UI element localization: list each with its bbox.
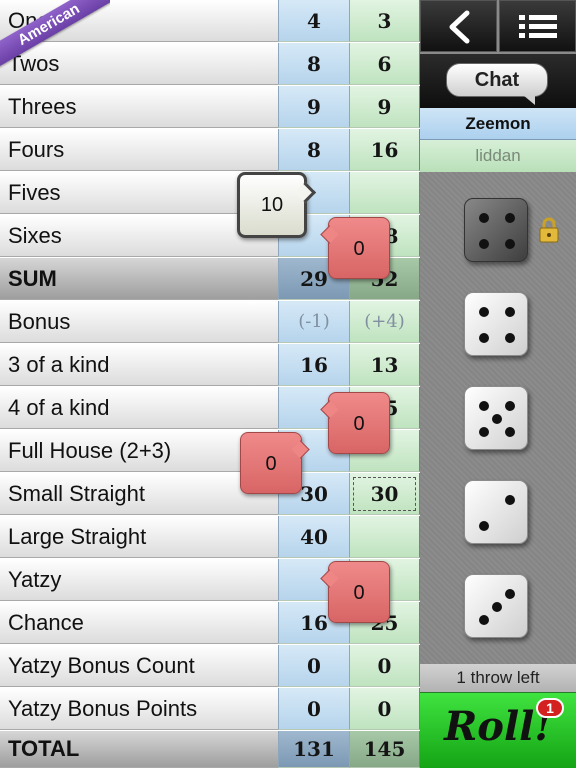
row-label: Small Straight — [0, 473, 278, 515]
die-face-four — [479, 307, 515, 343]
die-5[interactable] — [464, 574, 528, 638]
chat-bar: Chat — [420, 54, 576, 108]
player-name-opponent: liddan — [420, 140, 576, 172]
padlock-icon — [539, 217, 559, 243]
chat-button[interactable]: Chat — [446, 63, 548, 105]
score-cell-player1[interactable]: 9 — [278, 86, 349, 128]
die-face-three — [479, 589, 515, 625]
score-cell-player2: (+4) — [349, 301, 420, 343]
row-label: Chance — [0, 602, 278, 644]
list-menu-icon — [519, 15, 557, 38]
row-label: Fours — [0, 129, 278, 171]
score-suggestion-sixes[interactable]: 0 — [328, 217, 390, 279]
player-name-active: Zeemon — [420, 108, 576, 140]
row-three-of-a-kind: 3 of a kind 16 13 — [0, 344, 420, 387]
side-panel: Chat Zeemon liddan 1 throw left Roll! 1 — [420, 0, 576, 768]
row-label: TOTAL — [0, 731, 278, 768]
score-cell-player2: 0 — [349, 688, 420, 730]
row-threes: Threes 9 9 — [0, 86, 420, 129]
die-face-four — [479, 213, 515, 249]
row-label: Yatzy Bonus Count — [0, 645, 278, 687]
row-bonus: Bonus (-1) (+4) — [0, 301, 420, 344]
score-cell-player1: 0 — [278, 645, 349, 687]
score-cell-player2: 0 — [349, 645, 420, 687]
score-suggestion-full-house[interactable]: 0 — [240, 432, 302, 494]
score-cell-player1[interactable]: 40 — [278, 516, 349, 558]
score-cell-player1[interactable]: 8 — [278, 129, 349, 171]
menu-button[interactable] — [499, 0, 576, 52]
score-cell-player1: (-1) — [278, 301, 349, 343]
row-small-straight: Small Straight 30 30 — [0, 473, 420, 516]
score-cell-player2[interactable] — [349, 516, 420, 558]
score-cell-player2[interactable]: 6 — [349, 43, 420, 85]
score-cell-player2[interactable]: 3 — [349, 0, 420, 42]
die-3[interactable] — [464, 386, 528, 450]
back-arrow-icon — [449, 10, 470, 44]
score-cell-player2-selected[interactable]: 30 — [349, 473, 420, 515]
die-face-five — [479, 401, 515, 437]
roll-count-badge: 1 — [536, 698, 564, 718]
row-large-straight: Large Straight 40 — [0, 516, 420, 559]
row-total: TOTAL 131 145 — [0, 731, 420, 768]
row-label: Threes — [0, 86, 278, 128]
row-label: Yatzy Bonus Points — [0, 688, 278, 730]
row-fours: Fours 8 16 — [0, 129, 420, 172]
score-cell-player2[interactable] — [349, 172, 420, 214]
row-label: 3 of a kind — [0, 344, 278, 386]
score-cell-player1[interactable]: 16 — [278, 344, 349, 386]
dice-tray — [420, 172, 576, 664]
row-fives: Fives — [0, 172, 420, 215]
die-1[interactable] — [464, 198, 528, 262]
roll-button[interactable]: Roll! 1 — [420, 692, 576, 768]
row-label: Yatzy — [0, 559, 278, 601]
score-cell-player1[interactable]: 8 — [278, 43, 349, 85]
score-cell-player2[interactable]: 13 — [349, 344, 420, 386]
row-label: Bonus — [0, 301, 278, 343]
score-sheet: Ones 4 3 Twos 8 6 Threes 9 9 Fours 8 16 … — [0, 0, 420, 768]
score-cell-player1: 131 — [278, 731, 349, 768]
variant-label: American — [0, 0, 110, 70]
score-cell-player1: 0 — [278, 688, 349, 730]
die-4[interactable] — [464, 480, 528, 544]
die-2[interactable] — [464, 292, 528, 356]
score-cell-player2[interactable]: 9 — [349, 86, 420, 128]
die-face-two — [479, 495, 515, 531]
throws-left-label: 1 throw left — [420, 664, 576, 692]
score-suggestion-four-kind[interactable]: 0 — [328, 392, 390, 454]
row-label: 4 of a kind — [0, 387, 278, 429]
row-label: Large Straight — [0, 516, 278, 558]
row-label: SUM — [0, 258, 278, 300]
game-variant-ribbon: American — [0, 0, 110, 70]
score-suggestion-yatzy[interactable]: 0 — [328, 561, 390, 623]
score-cell-player2: 145 — [349, 731, 420, 768]
row-yatzy-bonus-points: Yatzy Bonus Points 0 0 — [0, 688, 420, 731]
score-suggestion-fives[interactable]: 10 — [237, 172, 307, 238]
row-label: Full House (2+3) — [0, 430, 278, 472]
score-cell-player1[interactable]: 4 — [278, 0, 349, 42]
row-yatzy-bonus-count: Yatzy Bonus Count 0 0 — [0, 645, 420, 688]
score-cell-player2[interactable]: 16 — [349, 129, 420, 171]
back-button[interactable] — [420, 0, 497, 52]
